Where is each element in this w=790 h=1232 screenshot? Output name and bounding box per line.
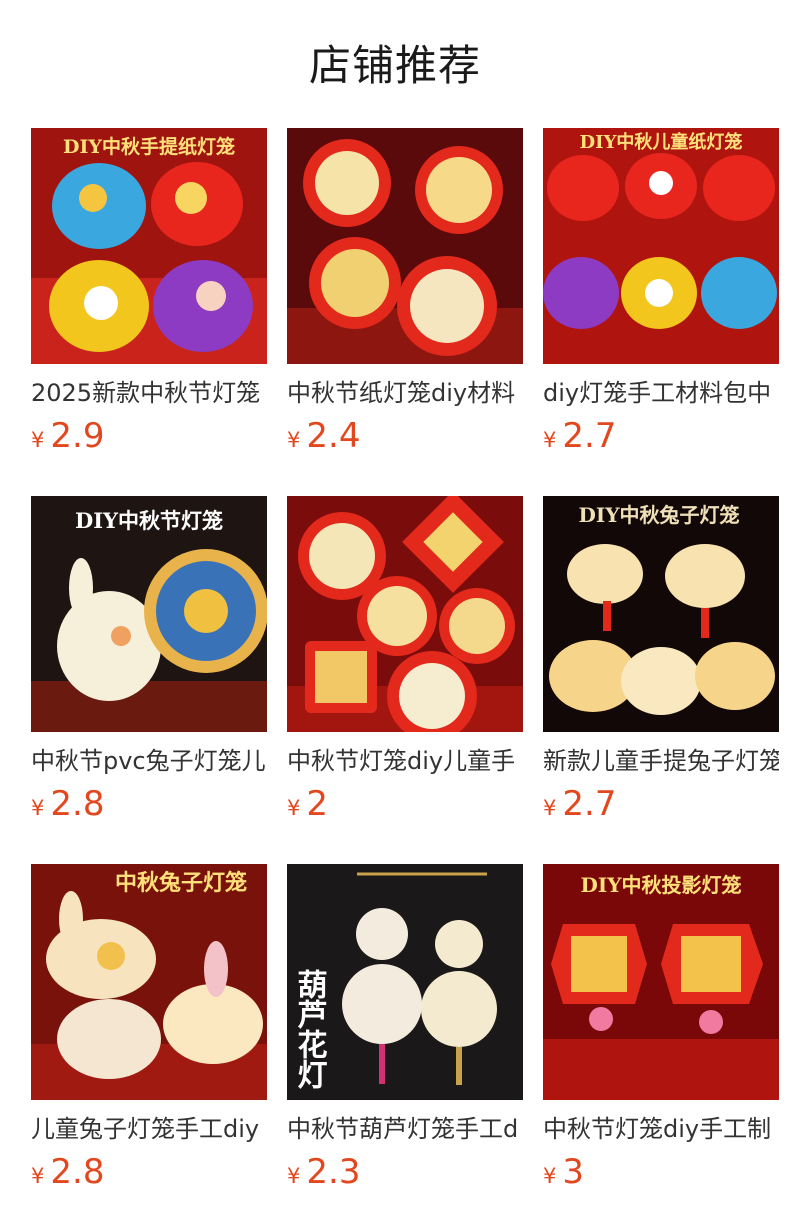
product-card[interactable]: DIY中秋儿童纸灯笼 diy灯笼手工材料包中 ¥2.7 <box>543 128 779 468</box>
product-card[interactable]: DIY中秋节灯笼 中秋节pvc兔子灯笼儿 ¥2.8 <box>31 496 267 836</box>
currency-symbol: ¥ <box>31 1164 45 1188</box>
product-price: ¥2.8 <box>31 784 104 828</box>
price-value: 3 <box>562 1152 585 1192</box>
product-price: ¥2 <box>287 784 328 828</box>
product-price: ¥2.4 <box>287 416 360 460</box>
product-card[interactable]: DIY中秋兔子灯笼 新款儿童手提兔子灯笼 ¥2.7 <box>543 496 779 836</box>
product-banner-text: DIY中秋兔子灯笼 <box>579 503 740 527</box>
currency-symbol: ¥ <box>543 796 557 820</box>
currency-symbol: ¥ <box>543 428 557 452</box>
product-card[interactable]: DIY中秋手提纸灯笼 2025新款中秋节灯笼 ¥2.9 <box>31 128 267 468</box>
page-title: 店铺推荐 <box>308 41 481 90</box>
product-name[interactable]: 中秋节葫芦灯笼手工d <box>287 1113 523 1145</box>
price-value: 2.7 <box>562 416 617 456</box>
currency-symbol: ¥ <box>287 1164 301 1188</box>
price-value: 2 <box>306 784 329 824</box>
product-name[interactable]: diy灯笼手工材料包中 <box>543 377 779 409</box>
product-banner-text: DIY中秋儿童纸灯笼 <box>580 131 743 153</box>
product-banner-text: 葫芦花灯 <box>292 969 328 1089</box>
product-image[interactable] <box>287 128 523 364</box>
price-value: 2.3 <box>306 1152 361 1192</box>
product-image[interactable]: DIY中秋节灯笼 <box>31 496 267 732</box>
product-card[interactable]: DIY中秋投影灯笼 中秋节灯笼diy手工制 ¥3 <box>543 864 779 1204</box>
product-image[interactable]: DIY中秋投影灯笼 <box>543 864 779 1100</box>
product-banner-text: DIY中秋手提纸灯笼 <box>63 135 235 158</box>
product-price: ¥2.8 <box>31 1152 104 1196</box>
price-value: 2.7 <box>562 784 617 824</box>
product-banner-text: DIY中秋节灯笼 <box>75 508 223 533</box>
product-name[interactable]: 中秋节灯笼diy手工制 <box>543 1113 779 1145</box>
product-price: ¥3 <box>543 1152 584 1196</box>
currency-symbol: ¥ <box>287 428 301 452</box>
product-name[interactable]: 中秋节纸灯笼diy材料 <box>287 377 523 409</box>
product-image[interactable] <box>287 496 523 732</box>
currency-symbol: ¥ <box>31 428 45 452</box>
product-image[interactable]: 葫芦花灯 <box>287 864 523 1100</box>
price-value: 2.4 <box>306 416 361 456</box>
product-name[interactable]: 儿童兔子灯笼手工diy <box>31 1113 267 1145</box>
currency-symbol: ¥ <box>543 1164 557 1188</box>
product-image[interactable]: DIY中秋兔子灯笼 <box>543 496 779 732</box>
product-card[interactable]: 中秋节纸灯笼diy材料 ¥2.4 <box>287 128 523 468</box>
price-value: 2.9 <box>50 416 105 456</box>
product-card[interactable]: 中秋节灯笼diy儿童手 ¥2 <box>287 496 523 836</box>
product-card[interactable]: 葫芦花灯 中秋节葫芦灯笼手工d ¥2.3 <box>287 864 523 1204</box>
currency-symbol: ¥ <box>31 796 45 820</box>
product-card[interactable]: 中秋兔子灯笼 儿童兔子灯笼手工diy ¥2.8 <box>31 864 267 1204</box>
product-banner-text: 中秋兔子灯笼 <box>115 870 247 896</box>
product-image[interactable]: 中秋兔子灯笼 <box>31 864 267 1100</box>
price-value: 2.8 <box>50 784 105 824</box>
product-price: ¥2.7 <box>543 784 616 828</box>
product-price: ¥2.3 <box>287 1152 360 1196</box>
currency-symbol: ¥ <box>287 796 301 820</box>
product-name[interactable]: 新款儿童手提兔子灯笼 <box>543 745 779 777</box>
product-image[interactable]: DIY中秋儿童纸灯笼 <box>543 128 779 364</box>
product-banner-text: DIY中秋投影灯笼 <box>581 873 742 897</box>
price-value: 2.8 <box>50 1152 105 1192</box>
product-price: ¥2.7 <box>543 416 616 460</box>
product-image[interactable]: DIY中秋手提纸灯笼 <box>31 128 267 364</box>
product-name[interactable]: 中秋节pvc兔子灯笼儿 <box>31 745 267 777</box>
product-price: ¥2.9 <box>31 416 104 460</box>
product-name[interactable]: 中秋节灯笼diy儿童手 <box>287 745 523 777</box>
product-name[interactable]: 2025新款中秋节灯笼 <box>31 377 267 409</box>
